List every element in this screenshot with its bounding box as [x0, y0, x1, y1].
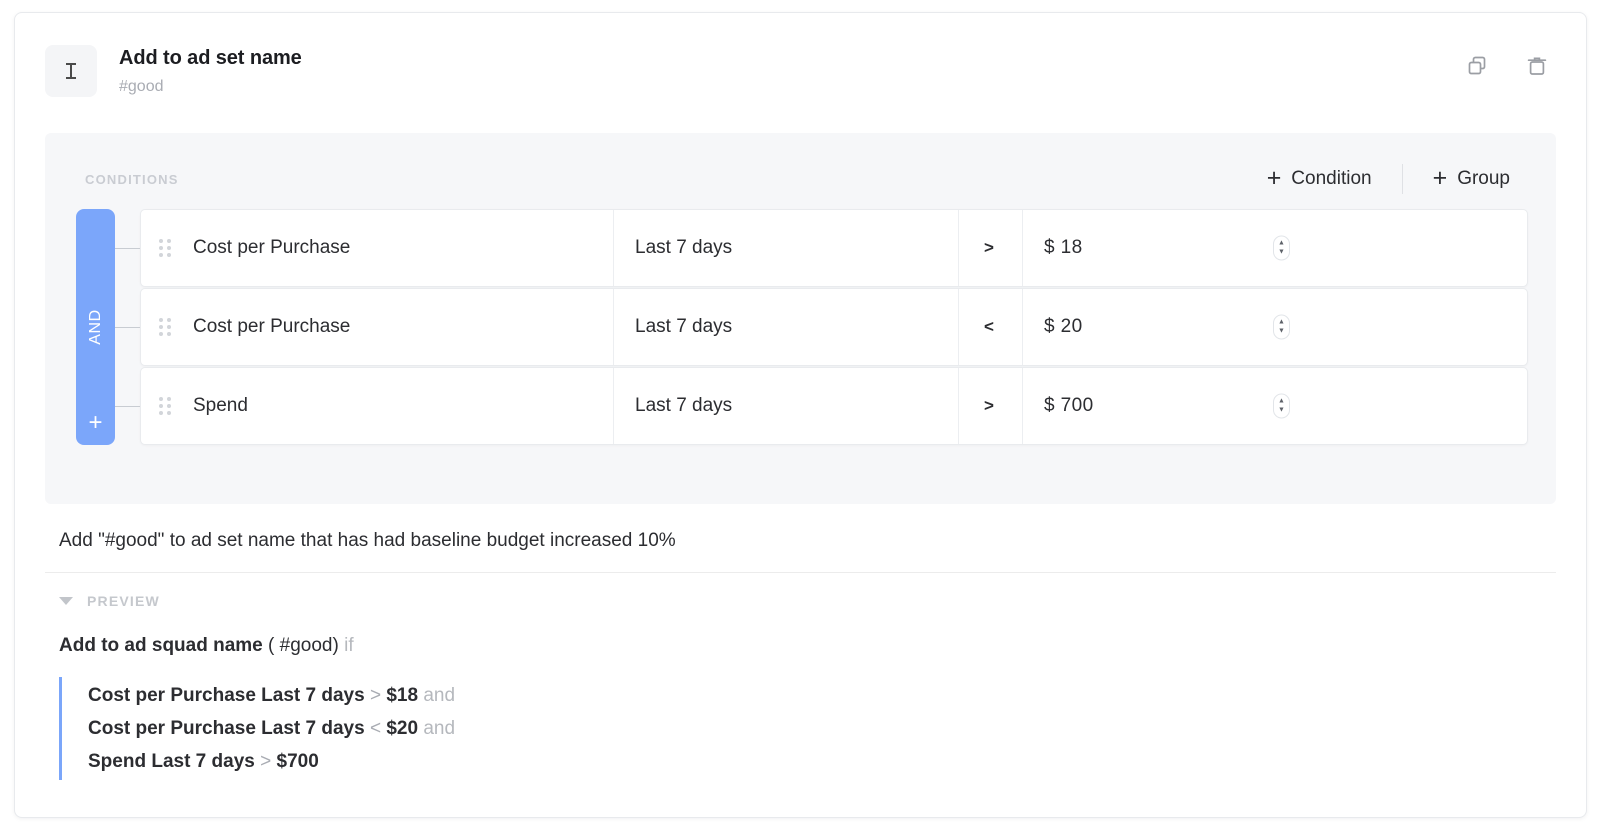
conditions-label: CONDITIONS [85, 171, 179, 187]
connector-line [115, 248, 140, 249]
condition-value-input[interactable]: $ 20 ▲ ▼ [1023, 289, 1527, 365]
preview-conjunction: and [423, 685, 456, 706]
preview-subject: Cost per Purchase Last 7 days [88, 718, 365, 739]
condition-value-label: $ 700 [1044, 395, 1094, 416]
preview-subject: Spend Last 7 days [88, 751, 255, 772]
table-row: Spend Last 7 days > $ 700 ▲ ▼ [140, 367, 1528, 445]
preview-value: $700 [276, 751, 319, 772]
condition-metric-label: Spend [193, 395, 248, 416]
condition-value-input[interactable]: $ 700 ▲ ▼ [1023, 368, 1527, 444]
plus-icon: + [1432, 163, 1448, 192]
conditions-topbar-actions: + Condition + Group [1253, 163, 1524, 196]
preview-value: $18 [386, 685, 419, 706]
preview-value: $20 [386, 718, 419, 739]
list-item: Cost per Purchase Last 7 days < $20 and [88, 712, 1542, 745]
add-condition-label: Condition [1291, 168, 1372, 189]
list-item: Spend Last 7 days > $700 [88, 745, 1542, 778]
value-stepper[interactable]: ▲ ▼ [1273, 235, 1290, 261]
condition-metric-select[interactable]: Cost per Purchase [141, 289, 614, 365]
value-stepper[interactable]: ▲ ▼ [1273, 314, 1290, 340]
condition-operator-select[interactable]: > [959, 368, 1023, 444]
add-condition-button[interactable]: + Condition [1253, 163, 1386, 196]
connector-line [115, 327, 140, 328]
conditions-topbar: CONDITIONS + Condition + Group [73, 155, 1528, 203]
stepper-up-icon[interactable]: ▲ [1278, 319, 1285, 326]
condition-metric-label: Cost per Purchase [193, 316, 351, 337]
condition-group: AND + Cost per Purchase Last 7 days > $ … [73, 209, 1528, 445]
drag-handle-icon[interactable] [159, 395, 175, 417]
connector-line [115, 406, 140, 407]
text-cursor-icon [45, 45, 97, 97]
page-root: Add to ad set name #good CONDITIONS + Co… [0, 0, 1600, 831]
condition-value-input[interactable]: $ 18 ▲ ▼ [1023, 210, 1527, 286]
group-operator-label: AND [86, 309, 104, 345]
preview-headline: Add to ad squad name ( #good) if [59, 633, 1542, 659]
preview-headline-tag: ( #good) [268, 635, 339, 656]
stepper-down-icon[interactable]: ▼ [1278, 407, 1285, 414]
stepper-up-icon[interactable]: ▲ [1278, 240, 1285, 247]
rule-description: Add "#good" to ad set name that has had … [45, 504, 1556, 573]
delete-button[interactable] [1522, 51, 1552, 81]
page-title: Add to ad set name [119, 47, 302, 69]
table-row: Cost per Purchase Last 7 days > $ 18 ▲ ▼ [140, 209, 1528, 287]
rule-card: Add to ad set name #good CONDITIONS + Co… [14, 12, 1587, 818]
drag-handle-icon[interactable] [159, 316, 175, 338]
conditions-panel: CONDITIONS + Condition + Group AND + Cos… [45, 133, 1556, 504]
condition-value-label: $ 18 [1044, 237, 1083, 258]
card-header: Add to ad set name #good [15, 13, 1586, 133]
plus-icon: + [1266, 163, 1282, 192]
group-operator-and[interactable]: AND + [76, 209, 115, 445]
condition-rows: Cost per Purchase Last 7 days > $ 18 ▲ ▼… [140, 209, 1528, 445]
condition-operator-select[interactable]: < [959, 289, 1023, 365]
table-row: Cost per Purchase Last 7 days < $ 20 ▲ ▼ [140, 288, 1528, 366]
preview-operator: > [260, 751, 272, 772]
chevron-down-icon [59, 597, 73, 605]
stepper-down-icon[interactable]: ▼ [1278, 249, 1285, 256]
duplicate-button[interactable] [1462, 51, 1492, 81]
preview-label: PREVIEW [87, 593, 160, 609]
add-group-label: Group [1457, 168, 1510, 189]
group-connectors [115, 209, 140, 445]
condition-operator-select[interactable]: > [959, 210, 1023, 286]
stepper-up-icon[interactable]: ▲ [1278, 398, 1285, 405]
preview-subject: Cost per Purchase Last 7 days [88, 685, 365, 706]
group-add-condition-button[interactable]: + [76, 411, 115, 435]
condition-operator-label: < [984, 317, 994, 336]
page-subtitle: #good [119, 78, 164, 95]
trash-icon [1527, 57, 1547, 75]
copy-icon [1468, 56, 1486, 75]
condition-value-label: $ 20 [1044, 316, 1083, 337]
condition-operator-label: > [984, 238, 994, 257]
toolbar-divider [1401, 164, 1403, 194]
condition-metric-label: Cost per Purchase [193, 237, 351, 258]
drag-handle-icon[interactable] [159, 237, 175, 259]
condition-range-select[interactable]: Last 7 days [614, 289, 959, 365]
condition-operator-label: > [984, 396, 994, 415]
list-item: Cost per Purchase Last 7 days > $18 and [88, 679, 1542, 712]
preview-headline-if: if [344, 635, 354, 656]
header-actions [1462, 43, 1552, 81]
preview-operator: < [369, 718, 382, 739]
preview-body: Add to ad squad name ( #good) if Cost pe… [45, 609, 1556, 780]
preview-conjunction: and [423, 718, 456, 739]
preview-operator: > [369, 685, 382, 706]
condition-range-select[interactable]: Last 7 days [614, 368, 959, 444]
condition-range-select[interactable]: Last 7 days [614, 210, 959, 286]
add-group-button[interactable]: + Group [1419, 163, 1524, 196]
preview-headline-action: Add to ad squad name [59, 635, 263, 656]
value-stepper[interactable]: ▲ ▼ [1273, 393, 1290, 419]
condition-range-label: Last 7 days [635, 237, 733, 258]
header-text: Add to ad set name #good [119, 43, 302, 99]
condition-metric-select[interactable]: Cost per Purchase [141, 210, 614, 286]
preview-condition-list: Cost per Purchase Last 7 days > $18 and … [59, 677, 1542, 780]
text-cursor-glyph [66, 63, 76, 79]
condition-range-label: Last 7 days [635, 316, 733, 337]
condition-range-label: Last 7 days [635, 395, 733, 416]
stepper-down-icon[interactable]: ▼ [1278, 328, 1285, 335]
preview-toggle[interactable]: PREVIEW [45, 573, 174, 609]
condition-metric-select[interactable]: Spend [141, 368, 614, 444]
